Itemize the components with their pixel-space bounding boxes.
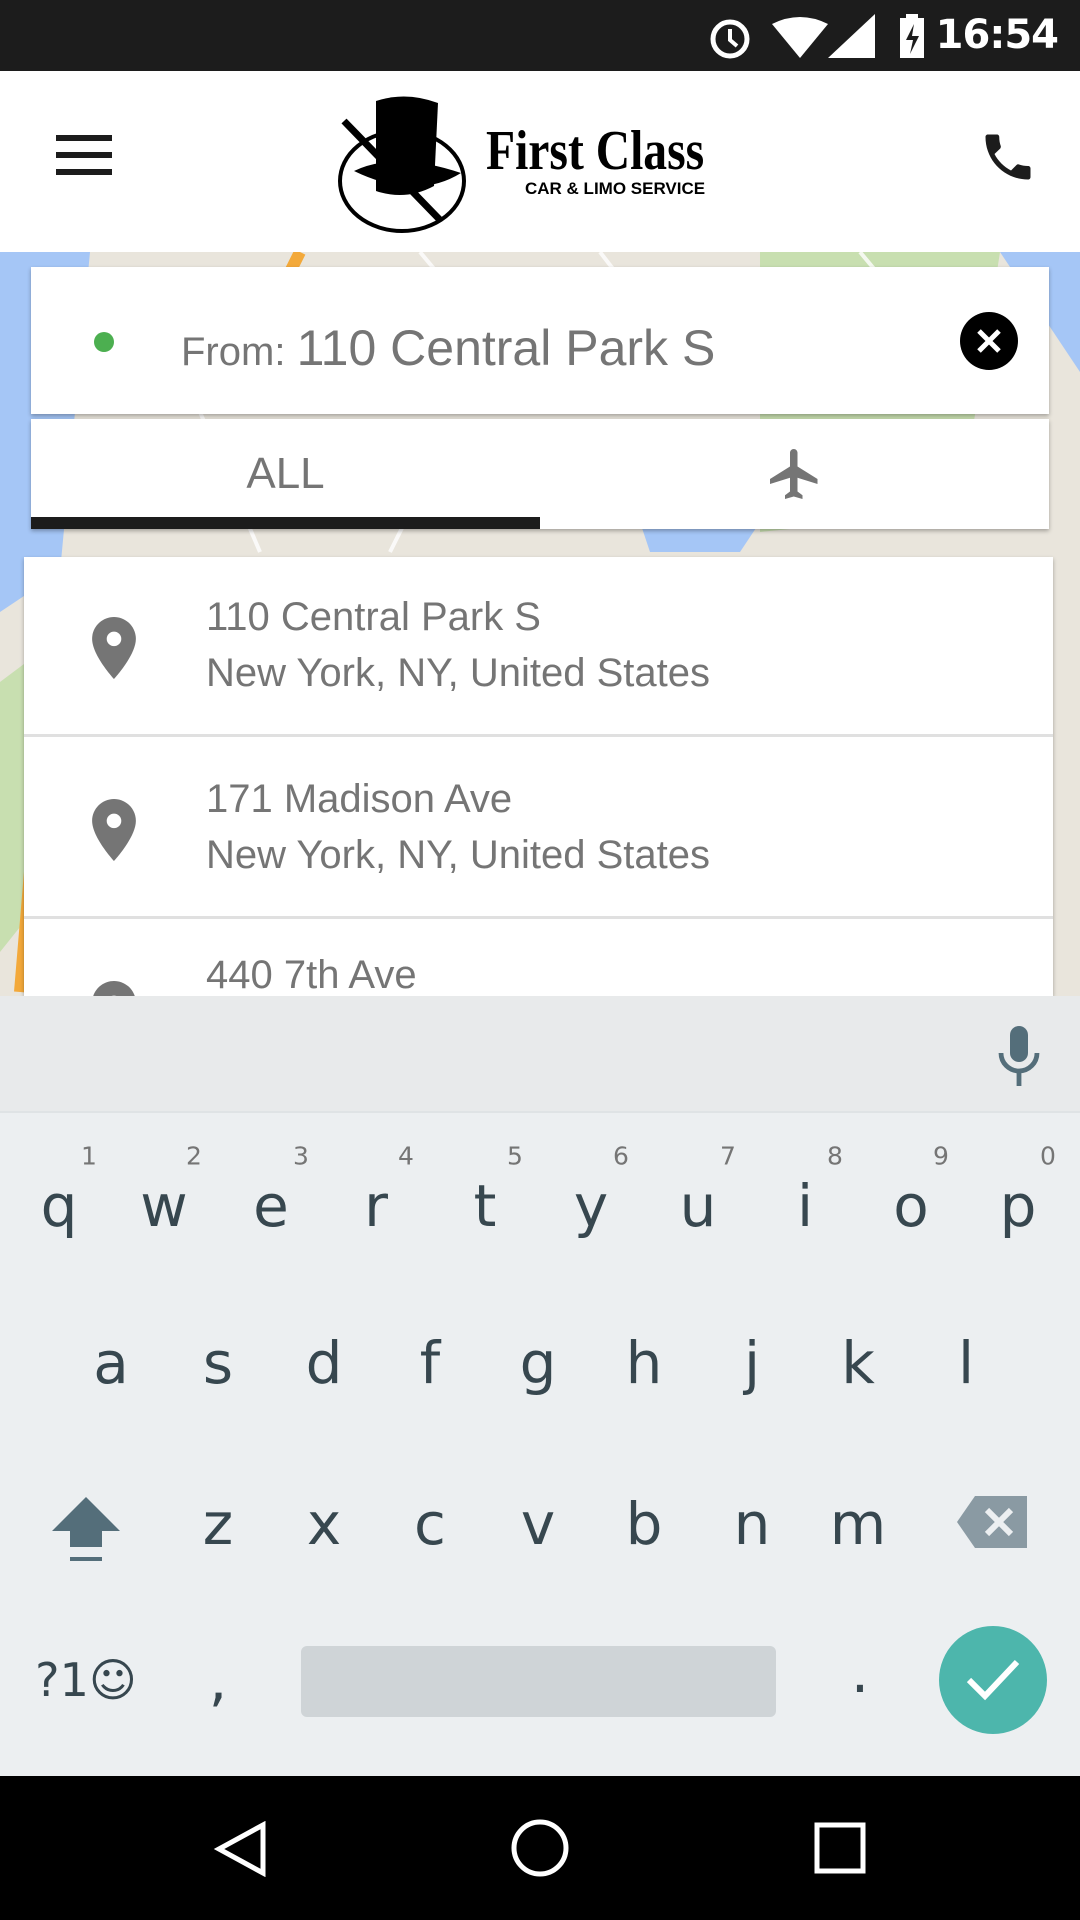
key-hint: 7: [720, 1141, 736, 1171]
logo-subtitle: CAR & LIMO SERVICE: [525, 179, 706, 198]
active-tab-indicator: [31, 517, 540, 529]
logo-title: First Class: [486, 120, 705, 182]
list-item[interactable]: 171 Madison Ave New York, NY, United Sta…: [24, 739, 1053, 919]
key-hint: 1: [81, 1141, 97, 1171]
address-line1: 110 Central Park S: [206, 595, 541, 639]
clock: 16:54: [935, 12, 1059, 58]
phone-icon[interactable]: [978, 127, 1038, 187]
key-w[interactable]: w: [119, 1172, 209, 1240]
key-e[interactable]: e: [226, 1172, 316, 1240]
wifi-icon: [772, 17, 828, 58]
key-h[interactable]: h: [599, 1329, 689, 1397]
key-hint: 8: [827, 1141, 843, 1171]
key-i[interactable]: i: [760, 1172, 850, 1240]
battery-charging-icon: [900, 14, 924, 58]
logo: First Class CAR & LIMO SERVICE: [336, 91, 746, 236]
tab-all[interactable]: ALL: [31, 419, 540, 529]
key-k[interactable]: k: [813, 1329, 903, 1397]
key-hint: 9: [933, 1141, 949, 1171]
address-line1: 171 Madison Ave: [206, 777, 513, 821]
backspace-icon[interactable]: [957, 1494, 1029, 1550]
back-icon[interactable]: [213, 1821, 269, 1877]
shift-icon[interactable]: [50, 1491, 122, 1563]
symbols-key[interactable]: ?1☺: [16, 1653, 156, 1707]
key-y[interactable]: y: [546, 1172, 636, 1240]
address-line2: New York, NY, United States: [206, 833, 710, 877]
microphone-icon[interactable]: [998, 1026, 1040, 1086]
enter-button[interactable]: [939, 1626, 1047, 1734]
home-icon[interactable]: [510, 1818, 570, 1878]
location-pin-icon: [92, 799, 136, 861]
hamburger-icon[interactable]: [56, 135, 112, 175]
space-bar[interactable]: [301, 1646, 776, 1717]
key-j[interactable]: j: [707, 1329, 797, 1397]
signal-icon: [828, 14, 875, 58]
key-hint: 3: [293, 1141, 309, 1171]
airplane-icon: [770, 449, 818, 499]
key-t[interactable]: t: [440, 1172, 530, 1240]
checkmark-icon: [966, 1659, 1020, 1701]
key-u[interactable]: u: [653, 1172, 743, 1240]
address-line2: New York, NY, United States: [206, 651, 710, 695]
suggestion-strip: [0, 996, 1080, 1113]
app-header: First Class CAR & LIMO SERVICE: [0, 71, 1080, 252]
comma-key[interactable]: ,: [173, 1646, 263, 1714]
pickup-dot-icon: [94, 332, 114, 352]
key-p[interactable]: p: [973, 1172, 1063, 1240]
list-item[interactable]: 440 7th Ave: [24, 921, 1053, 996]
navigation-bar: [0, 1776, 1080, 1920]
list-item[interactable]: 110 Central Park S New York, NY, United …: [24, 557, 1053, 737]
key-s[interactable]: s: [173, 1329, 263, 1397]
key-a[interactable]: a: [66, 1329, 156, 1397]
status-icons: [710, 14, 924, 59]
address-line1: 440 7th Ave: [206, 953, 417, 996]
key-f[interactable]: f: [385, 1329, 475, 1397]
key-hint: 6: [613, 1141, 629, 1171]
pickup-search-field[interactable]: From: 110 Central Park S: [31, 267, 1049, 414]
key-hint: 0: [1040, 1141, 1056, 1171]
alarm-icon: [710, 19, 750, 59]
location-pin-icon: [92, 617, 136, 679]
location-pin-icon: [93, 981, 135, 996]
tab-bar: ALL: [31, 419, 1049, 529]
key-hint: 2: [186, 1141, 202, 1171]
key-l[interactable]: l: [921, 1329, 1011, 1397]
key-d[interactable]: d: [279, 1329, 369, 1397]
key-z[interactable]: z: [173, 1490, 263, 1558]
key-o[interactable]: o: [866, 1172, 956, 1240]
period-key[interactable]: .: [815, 1638, 905, 1706]
key-hint: 4: [398, 1141, 414, 1171]
key-q[interactable]: q: [14, 1172, 104, 1240]
keyboard: q1w2e3r4t5y6u7i8o9p0 asdfghjkl zxcvbnm ?1☺…: [0, 996, 1080, 1776]
key-n[interactable]: n: [707, 1490, 797, 1558]
key-c[interactable]: c: [385, 1490, 475, 1558]
key-hint: 5: [507, 1141, 523, 1171]
top-hat-logo-icon: [338, 96, 466, 233]
key-m[interactable]: m: [813, 1490, 903, 1558]
tab-airport[interactable]: [540, 419, 1049, 529]
from-label: From:: [181, 330, 286, 374]
suggestion-list: 110 Central Park S New York, NY, United …: [24, 557, 1053, 996]
key-g[interactable]: g: [493, 1329, 583, 1397]
recents-icon[interactable]: [814, 1822, 866, 1874]
key-x[interactable]: x: [279, 1490, 369, 1558]
key-v[interactable]: v: [493, 1490, 583, 1558]
key-r[interactable]: r: [331, 1172, 421, 1240]
key-b[interactable]: b: [599, 1490, 689, 1558]
status-bar: 16:54: [0, 0, 1080, 71]
search-text: From: 110 Central Park S: [181, 319, 715, 377]
clear-icon[interactable]: [960, 312, 1018, 370]
from-input-value[interactable]: 110 Central Park S: [297, 320, 716, 376]
